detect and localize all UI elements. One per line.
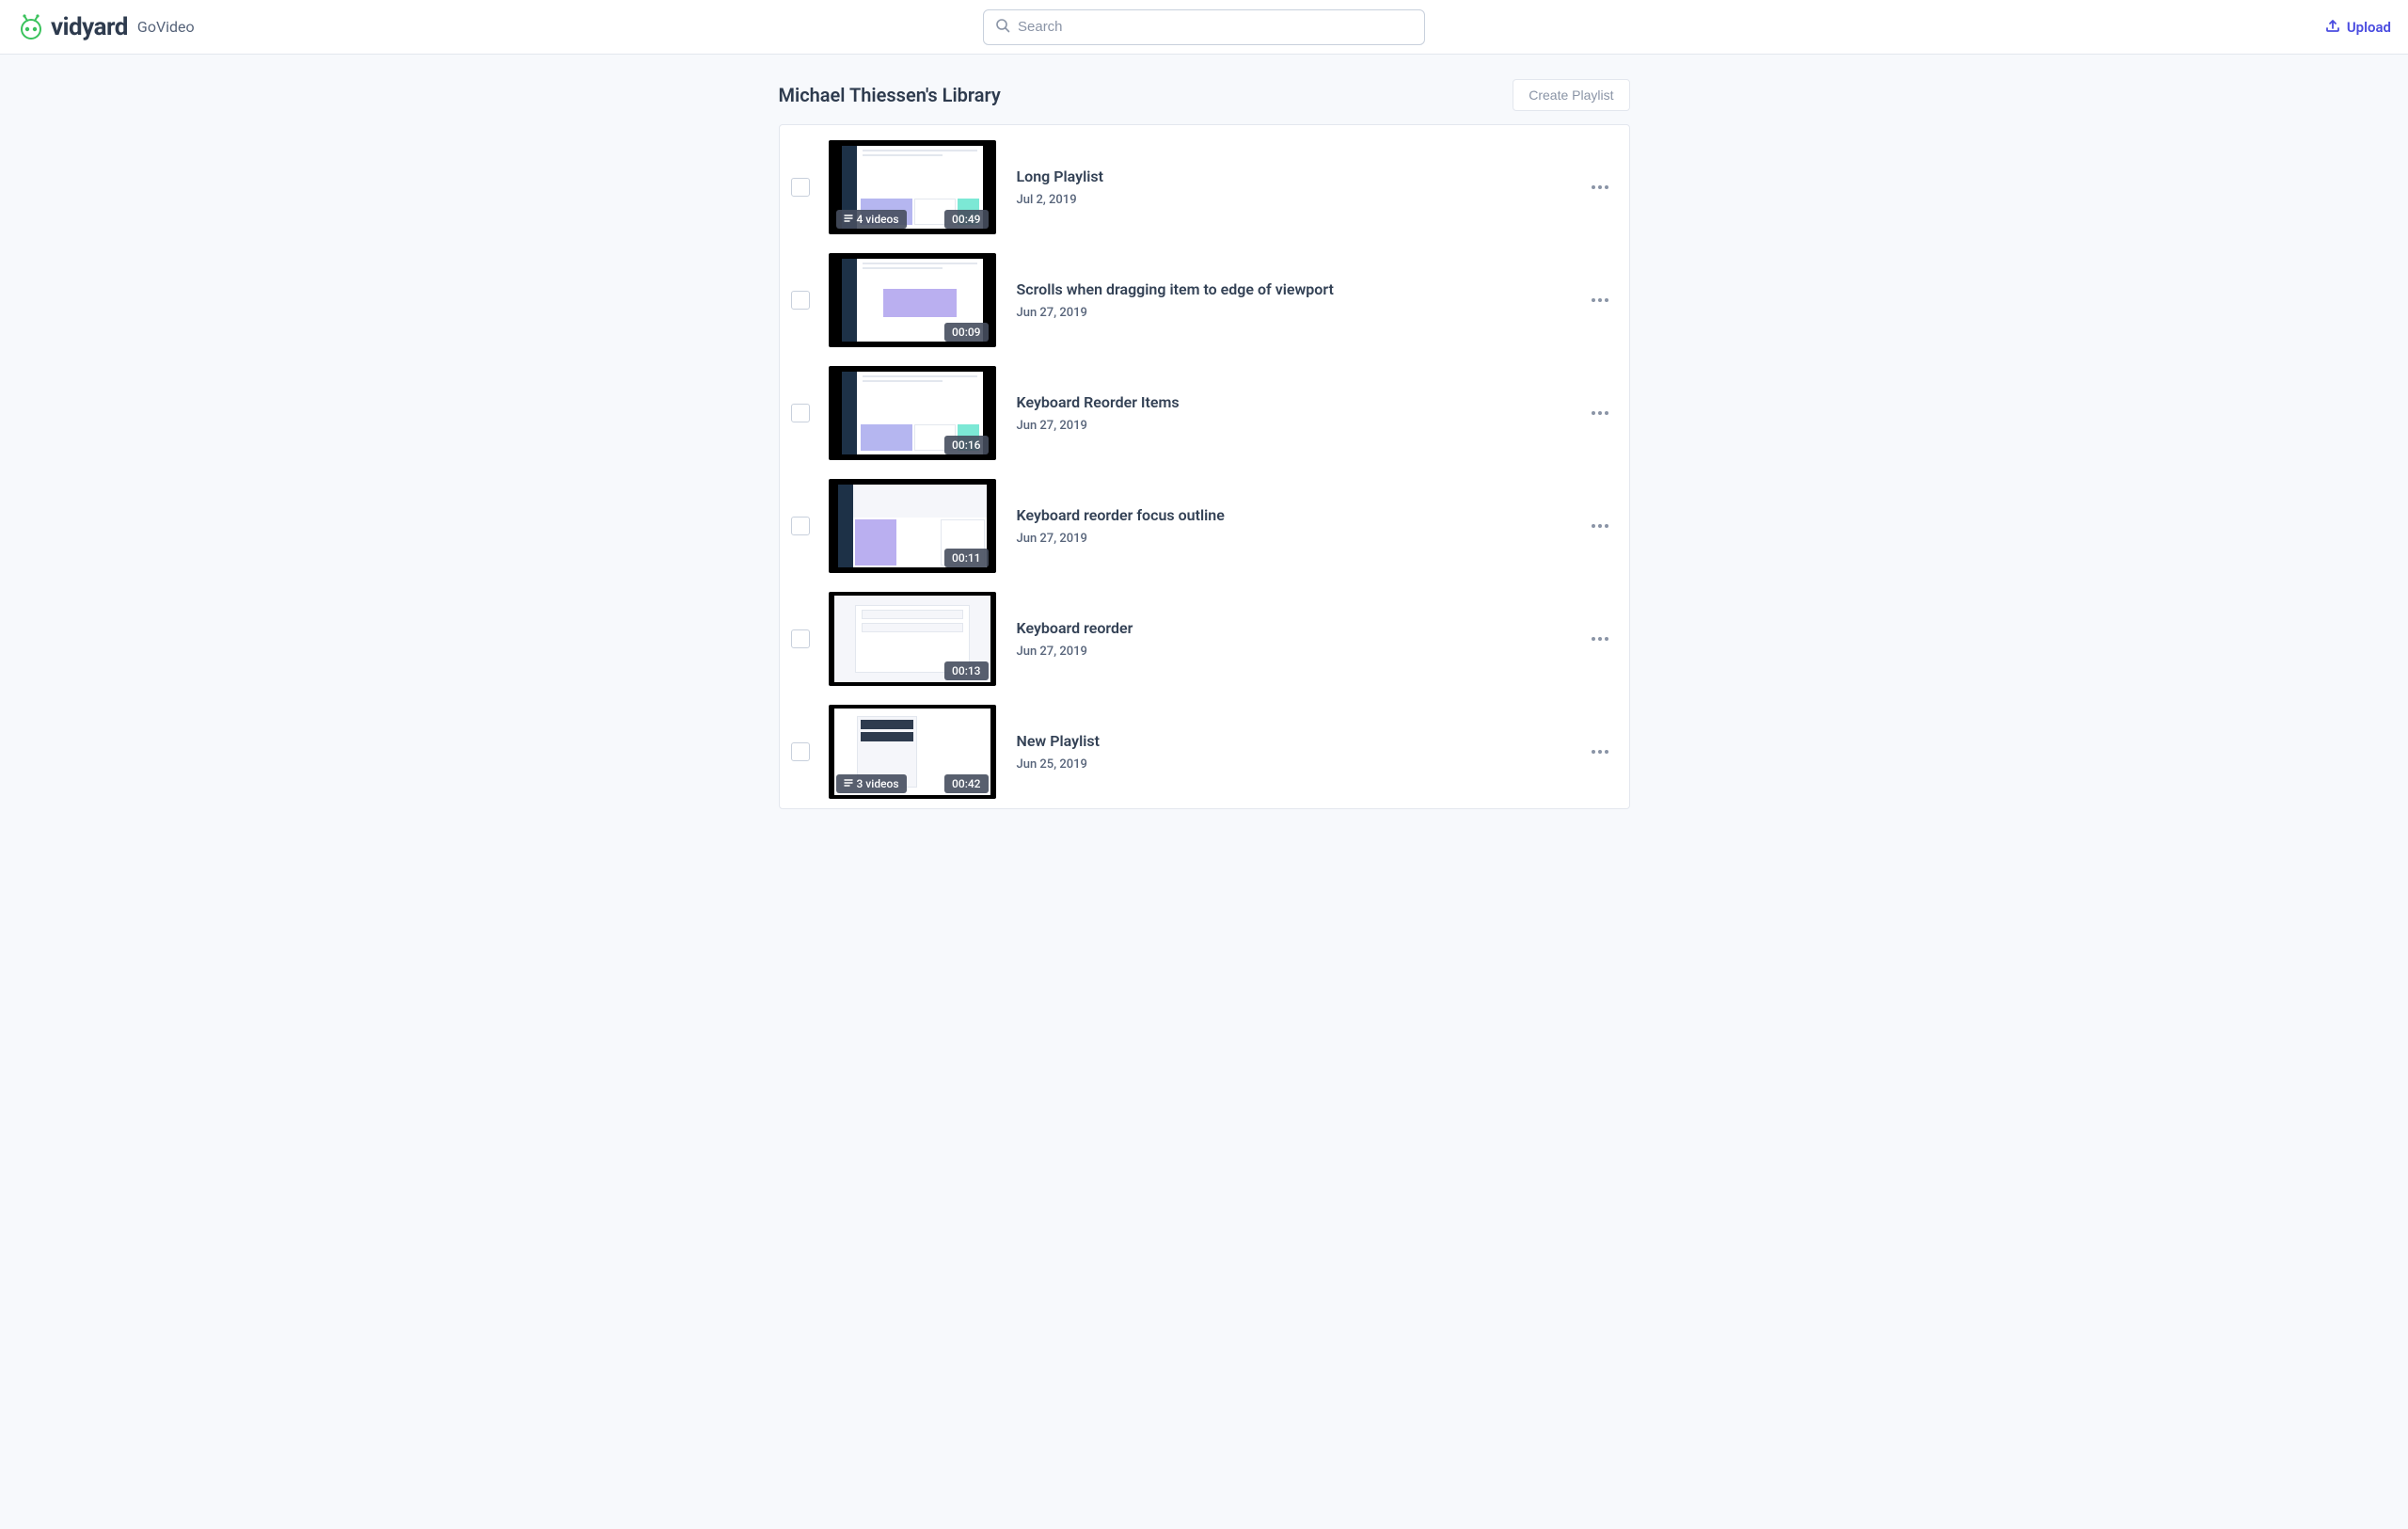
search-input[interactable] bbox=[1018, 19, 1413, 35]
select-checkbox[interactable] bbox=[791, 742, 810, 761]
video-info: New Playlist Jun 25, 2019 bbox=[996, 732, 1588, 772]
list-item: 00:09 Scrolls when dragging item to edge… bbox=[780, 244, 1629, 357]
duration-badge: 00:42 bbox=[944, 774, 988, 793]
video-thumbnail[interactable]: 00:13 bbox=[829, 592, 996, 686]
videos-count-badge: 4 videos bbox=[836, 210, 907, 229]
more-icon bbox=[1592, 750, 1608, 754]
video-title[interactable]: Keyboard reorder bbox=[1017, 619, 1588, 637]
more-icon bbox=[1592, 524, 1608, 528]
more-button[interactable] bbox=[1588, 407, 1612, 419]
search-icon bbox=[995, 18, 1010, 37]
video-info: Keyboard Reorder Items Jun 27, 2019 bbox=[996, 393, 1588, 433]
more-button[interactable] bbox=[1588, 182, 1612, 193]
video-title[interactable]: Keyboard reorder focus outline bbox=[1017, 506, 1588, 524]
search-box[interactable] bbox=[983, 9, 1425, 45]
more-icon bbox=[1592, 185, 1608, 189]
select-checkbox[interactable] bbox=[791, 517, 810, 535]
select-checkbox[interactable] bbox=[791, 178, 810, 197]
library-title: Michael Thiessen's Library bbox=[779, 84, 1001, 106]
video-date: Jun 27, 2019 bbox=[1017, 532, 1588, 546]
more-icon bbox=[1592, 298, 1608, 302]
list-item: 00:13 Keyboard reorder Jun 27, 2019 bbox=[780, 582, 1629, 695]
main-container: Michael Thiessen's Library Create Playli… bbox=[779, 55, 1630, 809]
video-list: 4 videos 00:49 Long Playlist Jul 2, 2019… bbox=[779, 124, 1630, 809]
more-button[interactable] bbox=[1588, 520, 1612, 532]
video-title[interactable]: Scrolls when dragging item to edge of vi… bbox=[1017, 280, 1588, 298]
duration-badge: 00:49 bbox=[944, 210, 988, 229]
upload-label: Upload bbox=[2347, 19, 2391, 36]
create-playlist-button[interactable]: Create Playlist bbox=[1513, 79, 1629, 111]
playlist-icon bbox=[844, 213, 853, 226]
more-icon bbox=[1592, 411, 1608, 415]
select-checkbox[interactable] bbox=[791, 629, 810, 648]
brand-sub: GoVideo bbox=[137, 18, 195, 36]
video-info: Scrolls when dragging item to edge of vi… bbox=[996, 280, 1588, 320]
list-item: 00:16 Keyboard Reorder Items Jun 27, 201… bbox=[780, 357, 1629, 470]
video-date: Jul 2, 2019 bbox=[1017, 193, 1588, 207]
app-header: vidyard GoVideo Upload bbox=[0, 0, 2408, 55]
video-title[interactable]: Keyboard Reorder Items bbox=[1017, 393, 1588, 411]
video-thumbnail[interactable]: 00:09 bbox=[829, 253, 996, 347]
video-date: Jun 27, 2019 bbox=[1017, 645, 1588, 659]
video-thumbnail[interactable]: 00:11 bbox=[829, 479, 996, 573]
more-button[interactable] bbox=[1588, 295, 1612, 306]
vidyard-icon bbox=[17, 13, 45, 41]
video-date: Jun 25, 2019 bbox=[1017, 757, 1588, 772]
select-checkbox[interactable] bbox=[791, 404, 810, 422]
video-title[interactable]: Long Playlist bbox=[1017, 167, 1588, 185]
more-button[interactable] bbox=[1588, 633, 1612, 645]
upload-button[interactable]: Upload bbox=[2324, 17, 2391, 38]
video-thumbnail[interactable]: 4 videos 00:49 bbox=[829, 140, 996, 234]
video-date: Jun 27, 2019 bbox=[1017, 419, 1588, 433]
video-thumbnail[interactable]: 3 videos 00:42 bbox=[829, 705, 996, 799]
duration-badge: 00:11 bbox=[944, 549, 988, 567]
video-thumbnail[interactable]: 00:16 bbox=[829, 366, 996, 460]
upload-icon bbox=[2324, 17, 2341, 38]
playlist-icon bbox=[844, 777, 853, 790]
video-date: Jun 27, 2019 bbox=[1017, 306, 1588, 320]
videos-count-badge: 3 videos bbox=[836, 774, 907, 793]
list-item: 3 videos 00:42 New Playlist Jun 25, 2019 bbox=[780, 695, 1629, 808]
video-info: Keyboard reorder Jun 27, 2019 bbox=[996, 619, 1588, 659]
video-title[interactable]: New Playlist bbox=[1017, 732, 1588, 750]
video-info: Keyboard reorder focus outline Jun 27, 2… bbox=[996, 506, 1588, 546]
list-item: 00:11 Keyboard reorder focus outline Jun… bbox=[780, 470, 1629, 582]
select-checkbox[interactable] bbox=[791, 291, 810, 310]
search-container bbox=[983, 9, 1425, 45]
more-icon bbox=[1592, 637, 1608, 641]
duration-badge: 00:16 bbox=[944, 436, 988, 454]
library-header: Michael Thiessen's Library Create Playli… bbox=[779, 79, 1630, 111]
brand-name: vidyard bbox=[51, 13, 128, 41]
video-info: Long Playlist Jul 2, 2019 bbox=[996, 167, 1588, 207]
list-item: 4 videos 00:49 Long Playlist Jul 2, 2019 bbox=[780, 131, 1629, 244]
brand-logo[interactable]: vidyard GoVideo bbox=[17, 13, 195, 41]
duration-badge: 00:09 bbox=[944, 323, 988, 342]
more-button[interactable] bbox=[1588, 746, 1612, 757]
duration-badge: 00:13 bbox=[944, 661, 988, 680]
